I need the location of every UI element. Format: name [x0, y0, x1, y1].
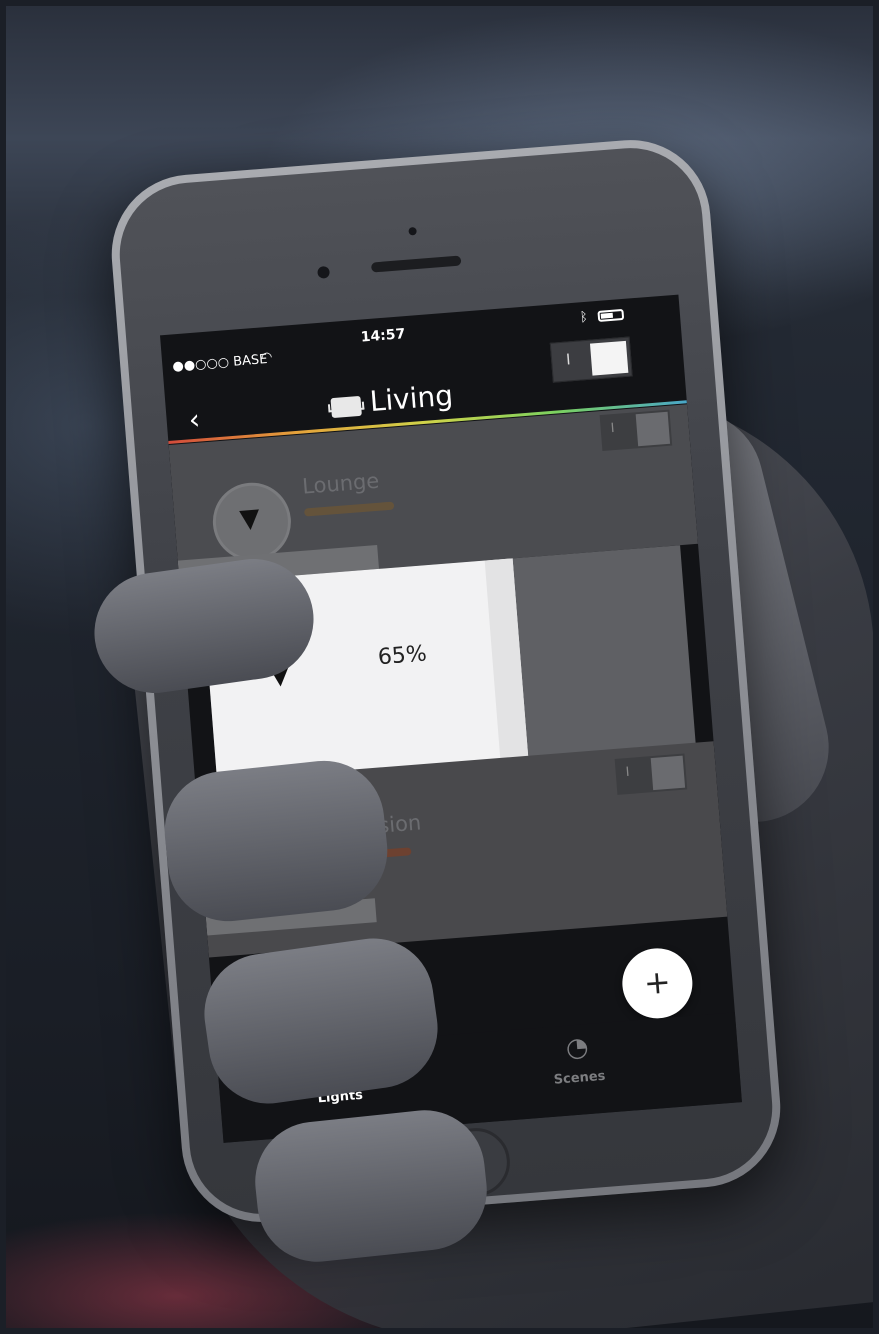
toggle-on-mark: I: [625, 764, 631, 781]
battery-icon: [597, 308, 625, 322]
tab-scenes[interactable]: ◔ Scenes: [516, 1028, 640, 1090]
bluetooth-icon: ᛒ: [579, 309, 589, 326]
add-button[interactable]: +: [619, 945, 696, 1021]
earpiece-speaker: [370, 255, 462, 273]
bulb-button[interactable]: ▼: [209, 479, 294, 564]
toggle-knob: [650, 755, 686, 791]
finger: [158, 754, 394, 928]
toggle-knob: [635, 411, 671, 447]
chevron-left-icon[interactable]: ‹: [187, 403, 201, 437]
sofa-icon: [330, 395, 362, 419]
light-name: Lounge: [301, 468, 381, 499]
proximity-sensor: [408, 226, 417, 236]
light-power-toggle[interactable]: I: [614, 753, 688, 795]
front-camera: [317, 265, 331, 279]
photo-background: ●●○○○ BASE ◠ 14:57 ᛒ I ‹ Living ▼ Lounge…: [6, 6, 873, 1328]
wifi-icon: ◠: [260, 349, 273, 366]
bulb-icon: ▼: [238, 503, 261, 535]
carrier-label: ●●○○○ BASE: [171, 352, 268, 375]
toggle-on-mark: I: [610, 421, 616, 437]
palette-icon: ◔: [564, 1031, 590, 1064]
clock: 14:57: [360, 326, 406, 346]
brightness-value: 65%: [376, 641, 428, 671]
light-power-toggle[interactable]: I: [599, 409, 673, 452]
room-title: Living: [368, 378, 455, 419]
light-status-blur: [304, 501, 395, 517]
